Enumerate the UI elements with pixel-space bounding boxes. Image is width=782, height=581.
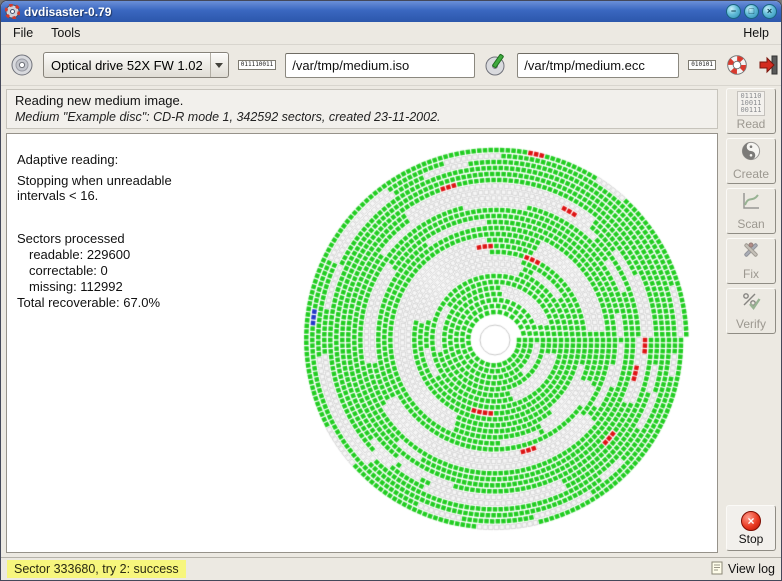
sectors-title: Sectors processed	[17, 231, 172, 247]
reading-panel: Adaptive reading: Stopping when unreadab…	[6, 133, 718, 553]
drive-select[interactable]: Optical drive 52X FW 1.02	[43, 52, 229, 78]
image-file-icon: 011110011	[238, 60, 277, 70]
read-icon: 011101001100111	[737, 91, 764, 116]
total-recoverable: Total recoverable: 67.0%	[17, 295, 172, 311]
fix-button-label: Fix	[743, 267, 759, 281]
titlebar[interactable]: dvdisaster-0.79 − □ ×	[1, 1, 781, 22]
maximize-button[interactable]: □	[744, 4, 759, 19]
close-button[interactable]: ×	[762, 4, 777, 19]
read-button-label: Read	[737, 117, 766, 131]
view-log-button[interactable]: View log	[711, 561, 775, 578]
view-log-label: View log	[728, 562, 775, 576]
status-line2: Medium "Example disc": CD-R mode 1, 3425…	[15, 110, 709, 124]
ecc-file-input[interactable]	[517, 53, 679, 78]
quit-icon[interactable]	[758, 54, 780, 76]
fix-button: Fix	[726, 238, 776, 284]
reading-spiral	[293, 138, 697, 542]
stop-button-label: Stop	[739, 532, 764, 546]
stop-button[interactable]: × Stop	[726, 505, 776, 551]
statusbar-message: Sector 333680, try 2: success	[7, 560, 186, 578]
create-button-label: Create	[733, 167, 769, 181]
dvdisaster-window: dvdisaster-0.79 − □ × File Tools Help Op…	[0, 0, 782, 581]
ecc-file-icon	[484, 53, 508, 77]
status-area: Reading new medium image. Medium "Exampl…	[6, 89, 718, 129]
adaptive-title: Adaptive reading:	[17, 152, 172, 167]
maximize-icon: □	[749, 7, 754, 16]
menu-help[interactable]: Help	[734, 23, 778, 43]
spiral-area	[293, 138, 697, 542]
create-icon	[741, 141, 761, 166]
window-controls: − □ ×	[726, 4, 777, 19]
chevron-down-icon[interactable]	[210, 53, 228, 77]
app-icon	[5, 4, 20, 19]
correctable-count: correctable: 0	[17, 263, 172, 279]
log-file-icon	[711, 561, 724, 578]
drive-select-value: Optical drive 52X FW 1.02	[44, 58, 210, 73]
statusbar: Sector 333680, try 2: success View log	[1, 557, 781, 580]
drive-icon	[10, 53, 34, 77]
verify-icon	[741, 291, 761, 316]
readable-count: readable: 229600	[17, 247, 172, 263]
minimize-button[interactable]: −	[726, 4, 741, 19]
scan-button-label: Scan	[737, 217, 764, 231]
status-line1: Reading new medium image.	[15, 93, 709, 108]
verify-button: Verify	[726, 288, 776, 334]
close-icon: ×	[767, 7, 772, 16]
window-title: dvdisaster-0.79	[24, 5, 722, 19]
stopping-line2: intervals < 16.	[17, 188, 172, 203]
left-column: Reading new medium image. Medium "Exampl…	[1, 86, 723, 557]
content-row: Reading new medium image. Medium "Exampl…	[1, 86, 781, 557]
toolbar: Optical drive 52X FW 1.02 011110011 0101…	[1, 45, 781, 86]
stopping-line1: Stopping when unreadable	[17, 173, 172, 188]
preferences-icon[interactable]: 010101	[688, 60, 716, 70]
toolbar-right-group: 010101	[688, 54, 780, 76]
menu-tools[interactable]: Tools	[42, 23, 89, 43]
verify-button-label: Verify	[736, 317, 766, 331]
stop-icon: ×	[741, 511, 761, 531]
action-sidebar: 011101001100111 Read Create	[723, 86, 781, 557]
image-file-input[interactable]	[285, 53, 475, 78]
missing-count: missing: 112992	[17, 279, 172, 295]
minimize-icon: −	[731, 7, 736, 16]
scan-icon	[741, 191, 761, 216]
read-button: 011101001100111 Read	[726, 88, 776, 134]
reading-stats: Adaptive reading: Stopping when unreadab…	[17, 152, 172, 311]
scan-button: Scan	[726, 188, 776, 234]
help-lifebelt-icon[interactable]	[726, 54, 748, 76]
menu-file[interactable]: File	[4, 23, 42, 43]
menubar: File Tools Help	[1, 22, 781, 45]
fix-icon	[741, 241, 761, 266]
create-button: Create	[726, 138, 776, 184]
